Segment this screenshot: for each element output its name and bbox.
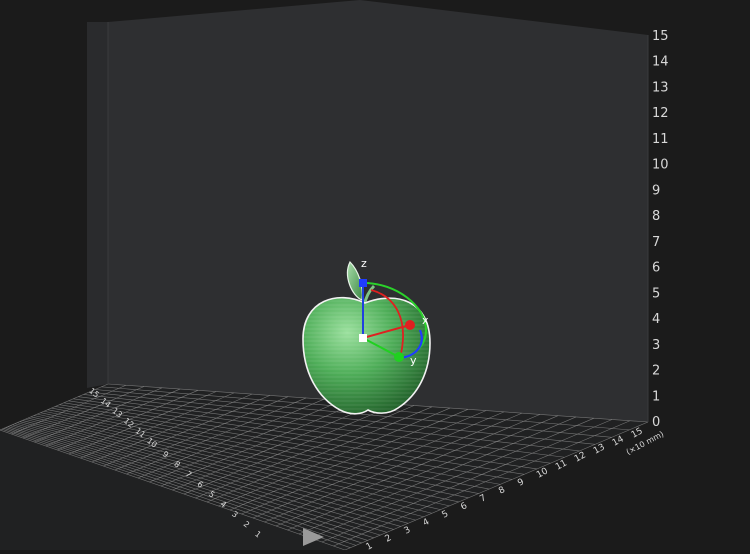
x-tick-label: 2 <box>384 533 394 545</box>
x-tick-label: 7 <box>478 493 488 505</box>
z-axis-ticks: 0123456789101112131415 <box>652 29 669 430</box>
x-tick-label: 9 <box>516 477 526 489</box>
back-wall-left <box>87 22 108 388</box>
y-handle-end[interactable] <box>394 352 404 362</box>
gizmo-label-x: x <box>422 314 429 327</box>
x-tick-label: 6 <box>459 501 469 513</box>
z-tick-label: 3 <box>652 338 660 353</box>
z-tick-label: 11 <box>652 132 669 147</box>
z-tick-label: 2 <box>652 364 660 379</box>
x-tick-label: 1 <box>365 541 375 550</box>
z-handle-end[interactable] <box>359 279 367 287</box>
z-tick-label: 7 <box>652 235 660 250</box>
z-tick-label: 6 <box>652 261 660 276</box>
z-tick-label: 10 <box>652 158 669 173</box>
gizmo-label-z: z <box>361 257 367 270</box>
x-tick-label: 8 <box>497 485 507 497</box>
z-tick-label: 8 <box>652 209 660 224</box>
z-tick-label: 15 <box>652 29 669 44</box>
x-tick-label: 5 <box>440 509 450 521</box>
x-tick-label: 4 <box>421 517 431 529</box>
gizmo-center[interactable] <box>359 334 367 342</box>
z-tick-label: 14 <box>652 55 669 70</box>
z-tick-label: 12 <box>652 106 669 121</box>
z-tick-label: 9 <box>652 183 660 198</box>
3d-viewport[interactable]: 0 1 2 3 4 5 6 7 8 9 10 11 12 13 14 15 1 2 3 4 5 6 7 8 9 10 11 12 13… <box>0 0 750 553</box>
gizmo-label-y: y <box>410 354 417 367</box>
z-tick-label: 5 <box>652 286 660 301</box>
x-tick-label: 3 <box>403 525 413 537</box>
z-tick-label: 4 <box>652 312 660 327</box>
z-tick-label: 0 <box>652 415 660 430</box>
x-handle-end[interactable] <box>405 320 415 330</box>
z-tick-label: 1 <box>652 389 660 404</box>
z-tick-label: 13 <box>652 80 669 95</box>
